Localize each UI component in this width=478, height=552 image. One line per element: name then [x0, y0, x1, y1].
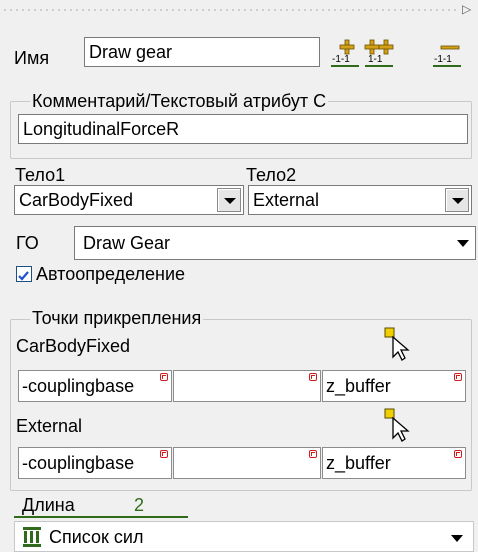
checkmark-icon — [18, 271, 29, 281]
auto-detect-label: Автоопределение — [36, 264, 186, 284]
force-list-select[interactable]: Список сил — [14, 521, 474, 552]
add-multiple-forces-icon[interactable]: 1-1 — [364, 38, 394, 68]
body2-select-value: External — [253, 190, 320, 210]
attach-row2-body-label: External — [16, 416, 83, 436]
body2-select[interactable]: External — [248, 185, 472, 215]
comment-group-legend: Комментарий/Текстовый атрибут С — [30, 90, 329, 112]
expression-marker-icon[interactable] — [160, 450, 168, 458]
auto-detect-checkbox[interactable] — [16, 266, 32, 282]
go-dropdown-arrow-icon[interactable] — [457, 240, 469, 247]
add-force-icon[interactable]: -1-1 — [330, 38, 360, 68]
go-label: ГО — [16, 233, 39, 253]
attach-group-legend: Точки прикрепления — [30, 307, 204, 329]
svg-text:1-1: 1-1 — [368, 54, 383, 65]
attach-row1-z-value: z_buffer — [326, 376, 391, 396]
attach-row1-x-input[interactable]: -couplingbase — [18, 370, 172, 402]
name-label: Имя — [14, 48, 50, 68]
body1-label: Тело1 — [15, 165, 66, 185]
go-select-value: Draw Gear — [83, 233, 171, 253]
svg-text:-1-1: -1-1 — [332, 54, 350, 65]
svg-text:-1-1: -1-1 — [434, 54, 452, 65]
length-value: 2 — [134, 495, 145, 515]
attach-row2-x-value: -couplingbase — [22, 453, 135, 473]
pick-point-cursor-icon[interactable] — [384, 327, 412, 361]
panel-grip[interactable] — [2, 8, 457, 12]
attach-row2-x-input[interactable]: -couplingbase — [18, 447, 172, 479]
length-label: Длина — [22, 495, 75, 515]
attach-row1-z-input[interactable]: z_buffer — [322, 370, 466, 402]
expression-marker-icon[interactable] — [309, 450, 317, 458]
attach-row1-x-value: -couplingbase — [22, 376, 135, 396]
remove-force-icon[interactable]: -1-1 — [432, 38, 462, 68]
expression-marker-icon[interactable] — [160, 373, 168, 381]
pick-point-cursor-icon[interactable] — [384, 408, 412, 442]
length-underline — [14, 516, 188, 518]
body1-select[interactable]: CarBodyFixed — [14, 185, 244, 215]
dock-arrow-icon[interactable]: ▷ — [462, 2, 471, 16]
name-input[interactable]: Draw gear — [84, 37, 320, 67]
attach-row2-z-value: z_buffer — [326, 453, 391, 473]
body2-dropdown-button[interactable] — [445, 188, 469, 212]
body2-label: Тело2 — [246, 165, 297, 185]
force-list-icon — [23, 527, 41, 547]
attach-row1-y-input[interactable] — [173, 370, 321, 402]
go-select[interactable]: Draw Gear — [74, 226, 476, 260]
attach-row1-body-label: CarBodyFixed — [16, 336, 131, 356]
force-list-label: Список сил — [49, 527, 144, 547]
attach-row2-z-input[interactable]: z_buffer — [322, 447, 466, 479]
attach-row2-y-input[interactable] — [173, 447, 321, 479]
body1-select-value: CarBodyFixed — [19, 190, 134, 210]
body1-dropdown-button[interactable] — [217, 188, 241, 212]
force-list-dropdown-arrow-icon[interactable] — [451, 535, 463, 542]
expression-marker-icon[interactable] — [309, 373, 317, 381]
expression-marker-icon[interactable] — [454, 373, 462, 381]
expression-marker-icon[interactable] — [454, 450, 462, 458]
comment-input[interactable]: LongitudinalForceR — [18, 114, 468, 144]
